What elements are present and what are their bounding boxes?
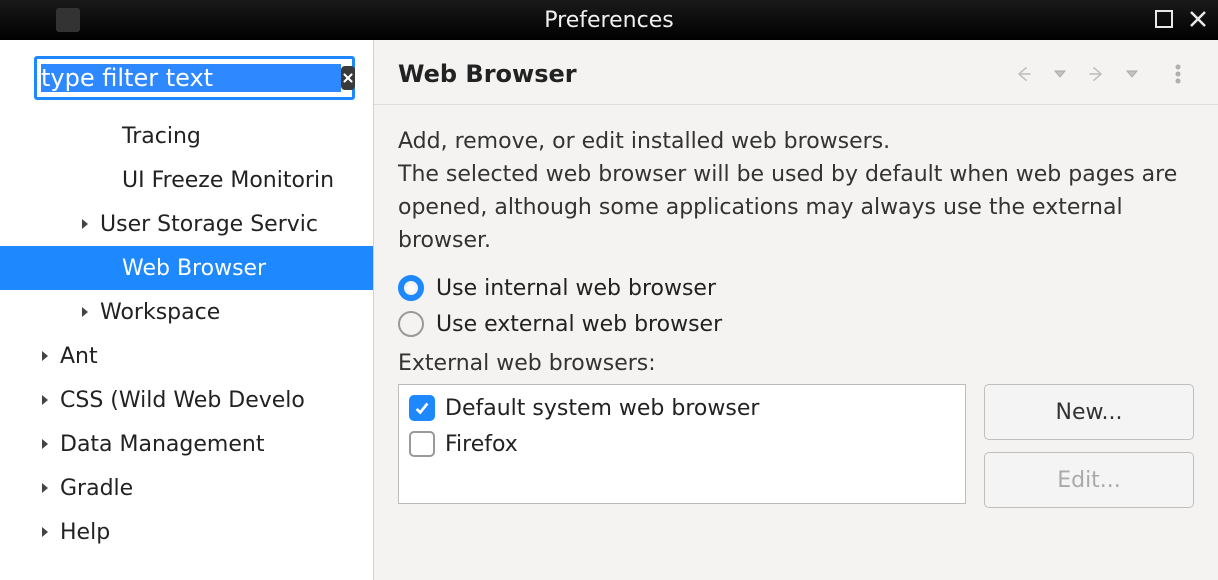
menu-icon[interactable] <box>1166 62 1190 86</box>
radio-external[interactable]: Use external web browser <box>398 311 1194 337</box>
tree-item[interactable]: Ant <box>0 334 373 378</box>
expand-arrow-icon[interactable] <box>34 350 56 362</box>
external-browsers-label: External web browsers: <box>398 351 1194 376</box>
external-browsers-list[interactable]: Default system web browser Firefox <box>398 384 966 504</box>
page-description: Add, remove, or edit installed web brows… <box>398 125 1178 257</box>
tree-item[interactable]: Help <box>0 510 373 554</box>
tree-item-label: Gradle <box>56 476 133 501</box>
browser-checkbox[interactable] <box>409 431 435 457</box>
tree-item-label: UI Freeze Monitorin <box>118 168 334 193</box>
tree-item-label: CSS (Wild Web Develo <box>56 388 305 413</box>
edit-button-label: Edit... <box>1057 468 1121 493</box>
tree-item-label: Web Browser <box>118 256 266 281</box>
expand-arrow-icon[interactable] <box>34 438 56 450</box>
tree-item[interactable]: Tracing <box>0 114 373 158</box>
tree-item-label: Data Management <box>56 432 264 457</box>
app-icon <box>56 8 80 32</box>
forward-icon[interactable] <box>1084 62 1108 86</box>
tree-item[interactable]: CSS (Wild Web Develo <box>0 378 373 422</box>
browser-label: Default system web browser <box>445 396 759 421</box>
tree-item[interactable]: Web Browser <box>0 246 373 290</box>
expand-arrow-icon[interactable] <box>34 526 56 538</box>
clear-filter-icon[interactable] <box>341 66 355 90</box>
expand-arrow-icon[interactable] <box>74 306 96 318</box>
browser-row[interactable]: Firefox <box>409 431 955 457</box>
preference-tree: Tracing UI Freeze Monitorin User Storage S… <box>0 110 373 580</box>
back-dropdown-icon[interactable] <box>1048 62 1072 86</box>
new-button[interactable]: New... <box>984 384 1194 440</box>
browser-row[interactable]: Default system web browser <box>409 395 955 421</box>
sidebar: Tracing UI Freeze Monitorin User Storage S… <box>0 40 374 580</box>
titlebar: Preferences <box>0 0 1218 40</box>
maximize-icon[interactable] <box>1154 9 1174 29</box>
window-title: Preferences <box>0 8 1218 33</box>
edit-button[interactable]: Edit... <box>984 452 1194 508</box>
tree-item-label: Workspace <box>96 300 220 325</box>
filter-input[interactable] <box>41 64 341 92</box>
radio-internal[interactable]: Use internal web browser <box>398 275 1194 301</box>
radio-internal-control[interactable] <box>398 275 424 301</box>
content-panel: Web Browser <box>374 40 1218 580</box>
tree-item-label: Help <box>56 520 110 545</box>
tree-item[interactable]: Data Management <box>0 422 373 466</box>
close-icon[interactable] <box>1188 9 1208 29</box>
new-button-label: New... <box>1056 400 1123 425</box>
radio-external-control[interactable] <box>398 311 424 337</box>
tree-item-label: Tracing <box>118 124 201 149</box>
forward-dropdown-icon[interactable] <box>1120 62 1144 86</box>
expand-arrow-icon[interactable] <box>34 482 56 494</box>
tree-item-label: Ant <box>56 344 98 369</box>
expand-arrow-icon[interactable] <box>34 394 56 406</box>
tree-item-label: User Storage Servic <box>96 212 318 237</box>
back-icon[interactable] <box>1012 62 1036 86</box>
tree-item[interactable]: Gradle <box>0 466 373 510</box>
tree-item[interactable]: User Storage Servic <box>0 202 373 246</box>
browser-label: Firefox <box>445 432 518 457</box>
page-title: Web Browser <box>398 60 1012 88</box>
filter-box <box>34 56 355 100</box>
radio-internal-label: Use internal web browser <box>436 276 716 301</box>
tree-item[interactable]: UI Freeze Monitorin <box>0 158 373 202</box>
tree-item[interactable]: Workspace <box>0 290 373 334</box>
browser-checkbox[interactable] <box>409 395 435 421</box>
expand-arrow-icon[interactable] <box>74 218 96 230</box>
preferences-window: Preferences Tracing UI Freeze Monitorin Us… <box>0 0 1218 580</box>
radio-external-label: Use external web browser <box>436 312 722 337</box>
